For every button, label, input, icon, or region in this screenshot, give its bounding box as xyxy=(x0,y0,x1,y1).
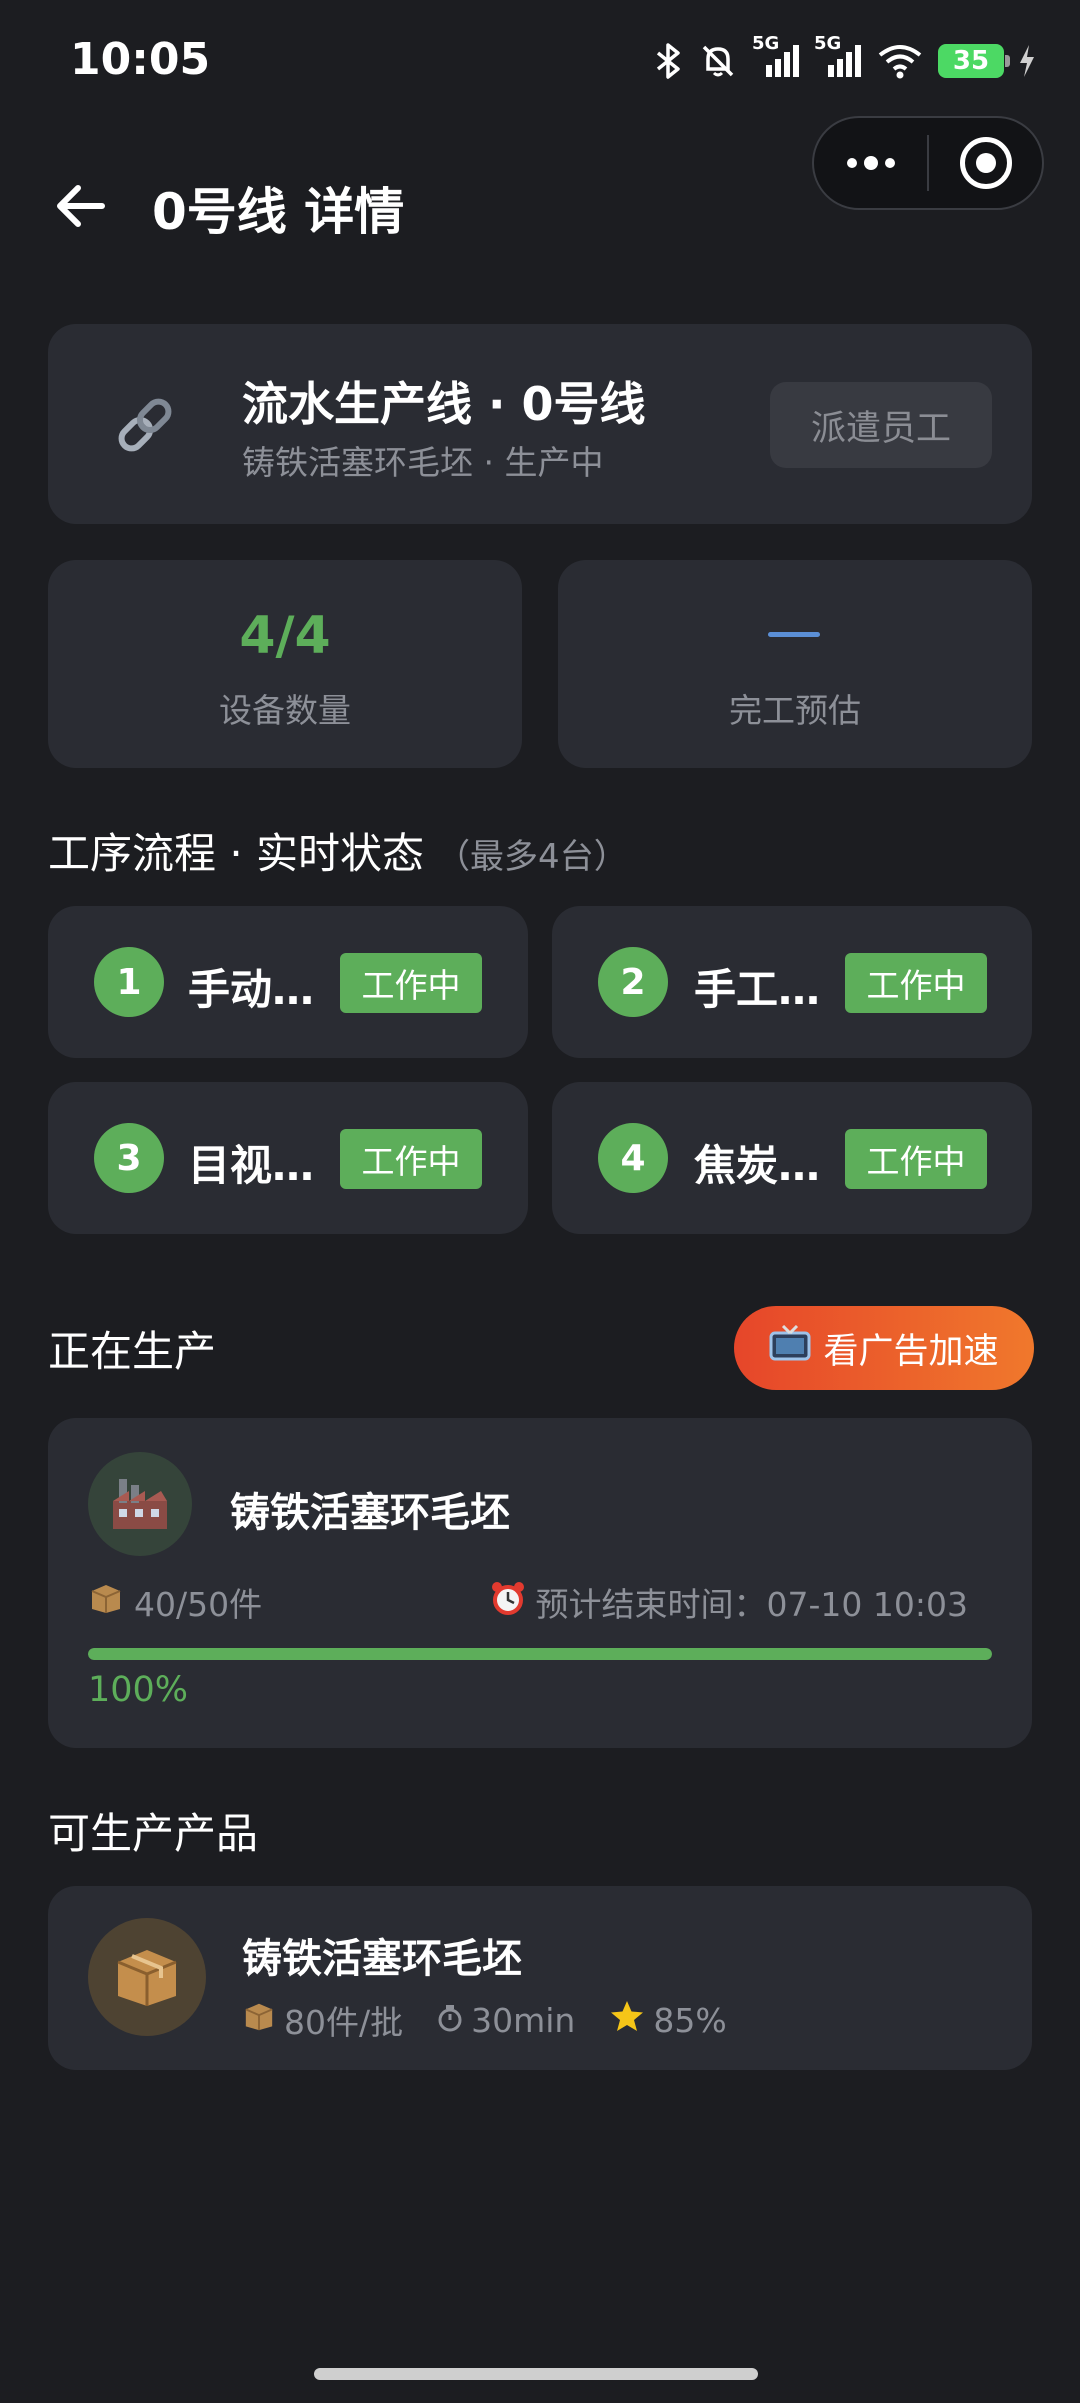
producing-section-title: 正在生产 xyxy=(48,1327,217,1376)
home-indicator[interactable] xyxy=(314,2368,758,2380)
producing-quantity: 40/50件 xyxy=(88,1578,262,1626)
signal-5g-icon: 5G xyxy=(814,33,862,81)
quantity-text: 40/50件 xyxy=(134,1585,263,1624)
box-icon xyxy=(88,1918,206,2036)
star-icon xyxy=(609,1999,645,2041)
producing-product-name: 铸铁活塞环毛坯 xyxy=(230,1490,510,1536)
tv-icon xyxy=(769,1324,811,1372)
factory-icon xyxy=(88,1452,192,1556)
step-status-badge: 工作中 xyxy=(845,1129,987,1189)
completion-estimate-label: 完工预估 xyxy=(729,691,861,730)
status-time: 10:05 xyxy=(70,34,211,85)
bell-muted-icon xyxy=(698,41,738,81)
step-name: 焦炭… xyxy=(694,1141,821,1190)
line-name: 流水生产线 · 0号线 xyxy=(242,377,646,431)
wifi-icon xyxy=(876,41,924,81)
line-subtitle: 铸铁活塞环毛坯 · 生产中 xyxy=(242,443,604,482)
bluetooth-icon xyxy=(654,41,684,81)
close-miniprogram-button[interactable] xyxy=(929,118,1042,208)
batch-size-text: 80件/批 xyxy=(284,2003,404,2042)
stopwatch-icon xyxy=(437,2001,463,2040)
step-status-badge: 工作中 xyxy=(340,1129,482,1189)
dispatch-staff-button[interactable]: 派遣员工 xyxy=(770,382,992,468)
available-section-title: 可生产产品 xyxy=(48,1809,259,1858)
back-arrow-icon[interactable] xyxy=(52,176,112,236)
step-status-badge: 工作中 xyxy=(845,953,987,1013)
device-count-label: 设备数量 xyxy=(219,691,351,730)
battery-indicator: 35 xyxy=(938,44,1010,78)
charging-bolt-icon xyxy=(1018,43,1036,79)
step-name: 手动… xyxy=(188,965,315,1014)
step-number: 4 xyxy=(598,1123,668,1193)
available-product-name: 铸铁活塞环毛坯 xyxy=(242,1936,522,1982)
target-icon xyxy=(959,137,1012,189)
success-rate-text: 85% xyxy=(653,2000,727,2040)
more-dots-icon xyxy=(846,156,895,170)
step-name: 目视… xyxy=(188,1141,315,1190)
step-name: 手工… xyxy=(694,965,821,1014)
page-title: 0号线 详情 xyxy=(152,183,405,241)
signal-5g-icon: 5G xyxy=(752,33,800,81)
success-rate: 85% xyxy=(609,1999,727,2041)
production-time-text: 30min xyxy=(471,2000,576,2040)
production-time: 30min xyxy=(437,2001,575,2040)
alarm-clock-icon xyxy=(490,1580,526,1624)
package-icon xyxy=(88,1581,124,1623)
status-icons: 5G 5G 35 xyxy=(654,33,1036,86)
package-icon xyxy=(242,2000,276,2040)
step-number: 3 xyxy=(94,1123,164,1193)
step-status-badge: 工作中 xyxy=(340,953,482,1013)
completion-estimate-value xyxy=(768,632,820,637)
available-product-meta: 80件/批 30min 85% xyxy=(242,1996,747,2044)
batch-size: 80件/批 xyxy=(242,1996,403,2044)
producing-eta: 预计结束时间：07-10 10:03 xyxy=(490,1578,968,1626)
progress-percent: 100% xyxy=(88,1670,189,1710)
process-section-header: 工序流程 · 实时状态 （最多4台） xyxy=(48,820,628,881)
progress-fill xyxy=(88,1648,992,1660)
device-count-value: 4/4 xyxy=(239,606,331,666)
miniprogram-capsule xyxy=(812,116,1044,210)
watch-ad-label: 看广告加速 xyxy=(823,1331,999,1372)
step-number: 1 xyxy=(94,947,164,1017)
more-menu-button[interactable] xyxy=(814,118,927,208)
process-section-title: 工序流程 · 实时状态 xyxy=(48,829,425,878)
process-section-note: （最多4台） xyxy=(436,837,628,877)
completion-estimate-card xyxy=(558,560,1032,768)
eta-text: 预计结束时间：07-10 10:03 xyxy=(535,1585,968,1624)
watch-ad-speedup-button[interactable]: 看广告加速 xyxy=(734,1306,1034,1390)
production-progress-bar xyxy=(88,1648,992,1660)
link-icon xyxy=(110,390,180,460)
step-number: 2 xyxy=(598,947,668,1017)
network-type-label: 5G xyxy=(814,33,842,54)
network-type-label: 5G xyxy=(752,33,780,54)
